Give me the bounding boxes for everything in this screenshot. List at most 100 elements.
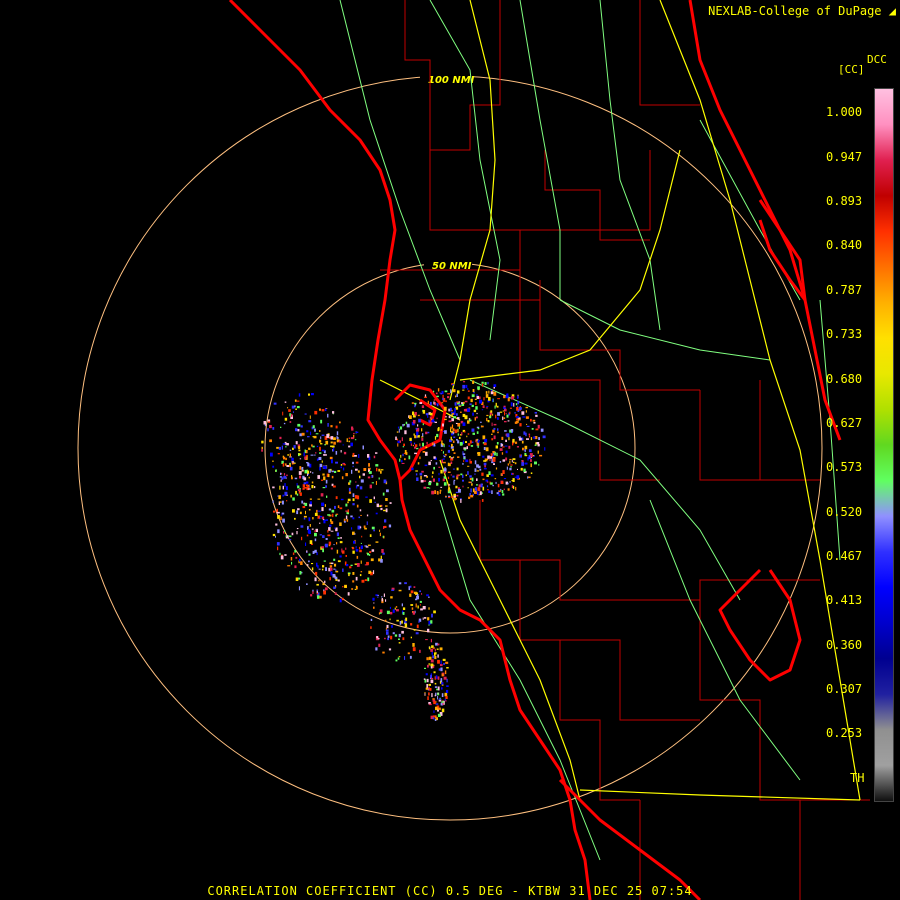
- echo-pixel: [319, 515, 323, 518]
- echo-pixel: [321, 479, 323, 481]
- echo-pixel: [457, 433, 459, 436]
- echo-pixel: [439, 489, 441, 494]
- echo-pixel: [476, 484, 478, 486]
- echo-pixel: [288, 539, 292, 541]
- echo-pixel: [454, 408, 456, 412]
- echo-pixel: [419, 590, 421, 593]
- echo-pixel: [446, 678, 448, 683]
- echo-pixel: [471, 483, 473, 486]
- echo-pixel: [359, 475, 361, 479]
- echo-pixel: [298, 471, 302, 475]
- echo-pixel: [452, 431, 455, 435]
- echo-pixel: [308, 393, 310, 396]
- echo-pixel: [468, 481, 472, 484]
- echo-pixel: [426, 684, 428, 688]
- echo-pixel: [415, 632, 419, 635]
- echo-pixel: [455, 422, 458, 424]
- echo-pixel: [297, 489, 301, 492]
- echo-pixel: [392, 632, 395, 635]
- echo-pixel: [320, 443, 323, 445]
- echo-pixel: [319, 439, 322, 443]
- echo-pixel: [486, 481, 489, 483]
- echo-pixel: [448, 484, 451, 486]
- echo-pixel: [517, 400, 520, 405]
- echo-pixel: [379, 609, 383, 613]
- echo-pixel: [439, 392, 441, 394]
- logo-icon: ◢: [888, 4, 896, 18]
- echo-pixel: [297, 485, 300, 489]
- echo-pixel: [356, 555, 359, 559]
- echo-pixel: [364, 579, 368, 581]
- echo-pixel: [477, 386, 480, 390]
- echo-pixel: [507, 488, 510, 491]
- echo-pixel: [425, 673, 428, 676]
- echo-pixel: [430, 659, 434, 663]
- echo-pixel: [319, 517, 321, 520]
- echo-pixel: [478, 439, 480, 442]
- echo-pixel: [428, 607, 430, 610]
- echo-pixel: [465, 459, 469, 463]
- echo-pixel: [476, 394, 478, 396]
- echo-pixel: [530, 463, 532, 468]
- echo-pixel: [483, 460, 486, 462]
- echo-pixel: [470, 445, 474, 447]
- echo-pixel: [422, 606, 426, 610]
- echo-pixel: [497, 483, 500, 488]
- echo-pixel: [458, 401, 461, 403]
- echo-pixel: [372, 570, 375, 575]
- echo-pixel: [320, 436, 322, 439]
- echo-pixel: [517, 395, 519, 399]
- echo-pixel: [410, 623, 413, 626]
- echo-pixel: [333, 586, 336, 589]
- echo-pixel: [463, 460, 465, 462]
- echo-pixel: [480, 483, 483, 488]
- echo-pixel: [304, 449, 306, 453]
- echo-pixel: [441, 687, 443, 690]
- echo-pixel: [280, 479, 282, 482]
- echo-pixel: [467, 396, 470, 400]
- echo-pixel: [354, 533, 356, 535]
- echo-pixel: [350, 437, 354, 440]
- echo-pixel: [417, 462, 420, 465]
- echo-pixel: [319, 446, 321, 451]
- echo-pixel: [307, 436, 310, 438]
- echo-pixel: [514, 441, 518, 444]
- echo-pixel: [375, 541, 379, 543]
- echo-pixel: [331, 475, 334, 479]
- echo-pixel: [300, 425, 303, 428]
- echo-pixel: [414, 405, 416, 408]
- echo-pixel: [436, 417, 438, 420]
- echo-pixel: [315, 452, 317, 454]
- legend-tick: 0.520: [826, 505, 863, 519]
- echo-pixel: [490, 474, 494, 477]
- echo-pixel: [354, 455, 357, 457]
- echo-pixel: [322, 583, 325, 586]
- echo-pixel: [386, 489, 389, 493]
- echo-pixel: [414, 402, 417, 405]
- echo-pixel: [340, 466, 342, 469]
- echo-pixel: [406, 423, 410, 428]
- echo-pixel: [475, 402, 477, 405]
- echo-pixel: [302, 484, 306, 488]
- legend-tick: 0.360: [826, 638, 863, 652]
- echo-pixel: [472, 380, 475, 384]
- echo-pixel: [298, 393, 301, 397]
- echo-pixel: [530, 455, 533, 458]
- echo-pixel: [428, 419, 430, 423]
- echo-pixel: [503, 478, 507, 480]
- echo-pixel: [456, 467, 459, 471]
- echo-pixel: [284, 483, 286, 487]
- echo-pixel: [504, 408, 506, 410]
- echo-pixel: [431, 693, 433, 698]
- echo-pixel: [540, 428, 544, 432]
- echo-pixel: [292, 552, 295, 555]
- echo-pixel: [390, 596, 393, 599]
- echo-pixel: [468, 496, 471, 499]
- echo-pixel: [395, 606, 398, 608]
- echo-pixel: [365, 496, 368, 498]
- echo-pixel: [422, 423, 424, 426]
- echo-pixel: [351, 527, 353, 530]
- echo-pixel: [335, 461, 338, 464]
- echo-pixel: [469, 419, 472, 422]
- echo-pixel: [359, 526, 362, 529]
